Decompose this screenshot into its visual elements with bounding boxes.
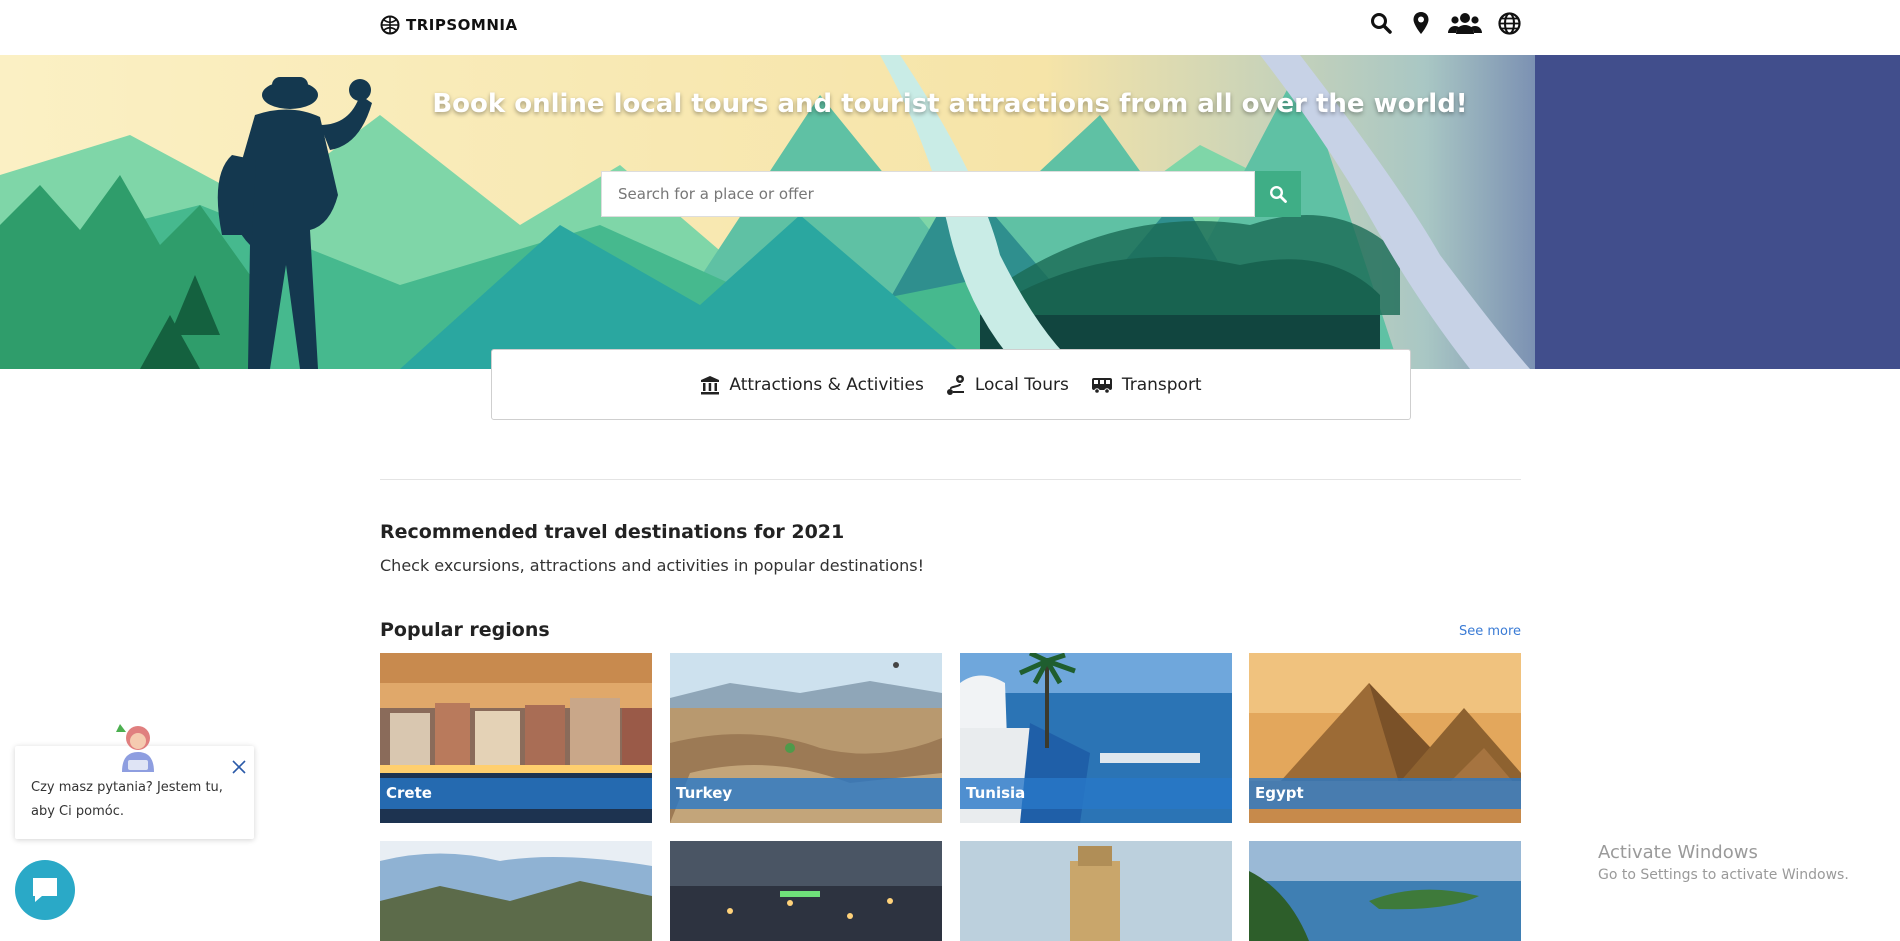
chat-avatar xyxy=(114,720,160,772)
search-input[interactable] xyxy=(602,172,1254,216)
category-transport[interactable]: Transport xyxy=(1091,375,1202,395)
users-icon[interactable] xyxy=(1448,10,1482,36)
hero-title: Book online local tours and tourist attr… xyxy=(432,89,1468,119)
windows-activation-subtitle: Go to Settings to activate Windows. xyxy=(1598,867,1849,883)
popular-regions-title: Popular regions xyxy=(380,619,550,641)
bus-icon xyxy=(1091,377,1112,394)
logo-text: TRIPSOMNIA xyxy=(406,16,518,34)
region-card-crete[interactable]: Crete xyxy=(380,653,652,823)
category-label: Transport xyxy=(1121,374,1202,395)
region-label: Tunisia xyxy=(960,778,1232,809)
region-card[interactable] xyxy=(1249,841,1521,941)
category-attractions[interactable]: Attractions & Activities xyxy=(700,374,924,395)
region-label: Turkey xyxy=(670,778,942,809)
top-header: TRIPSOMNIA xyxy=(0,0,1900,55)
category-label: Local Tours xyxy=(974,374,1069,395)
chat-open-button[interactable] xyxy=(15,860,75,920)
route-icon xyxy=(946,374,964,395)
recommended-subtitle: Check excursions, attractions and activi… xyxy=(380,556,925,575)
windows-activation-title: Activate Windows xyxy=(1598,842,1758,863)
search-icon[interactable] xyxy=(1368,10,1394,36)
location-icon[interactable] xyxy=(1408,10,1434,36)
region-label: Crete xyxy=(380,778,652,809)
region-photo xyxy=(380,841,652,941)
close-icon[interactable] xyxy=(230,758,248,776)
museum-icon xyxy=(701,375,720,394)
search-button[interactable] xyxy=(1255,171,1301,217)
section-divider xyxy=(380,479,1521,480)
region-card[interactable] xyxy=(960,841,1232,941)
region-card-tunisia[interactable]: Tunisia xyxy=(960,653,1232,823)
category-label: Attractions & Activities xyxy=(729,374,924,395)
see-more-link[interactable]: See more xyxy=(1459,624,1521,639)
region-card-turkey[interactable]: Turkey xyxy=(670,653,942,823)
chat-icon xyxy=(33,878,57,902)
region-photo xyxy=(960,841,1232,941)
region-card-egypt[interactable]: Egypt xyxy=(1249,653,1521,823)
region-photo xyxy=(670,841,942,941)
region-label: Egypt xyxy=(1249,778,1521,809)
globe-icon[interactable] xyxy=(1496,10,1522,36)
chat-message: Czy masz pytania? Jestem tu, aby Ci pomó… xyxy=(31,780,223,819)
search-icon xyxy=(1269,185,1287,203)
logo[interactable]: TRIPSOMNIA xyxy=(380,15,518,35)
region-photo xyxy=(1249,841,1521,941)
recommended-title: Recommended travel destinations for 2021 xyxy=(380,521,845,543)
category-bar: Attractions & Activities Local Tours Tra… xyxy=(491,349,1411,420)
globe-logo-icon xyxy=(380,15,400,35)
hero-banner: Book online local tours and tourist attr… xyxy=(0,55,1900,369)
category-local-tours[interactable]: Local Tours xyxy=(946,374,1069,396)
search-box xyxy=(601,171,1255,217)
region-card[interactable] xyxy=(670,841,942,941)
region-card[interactable] xyxy=(380,841,652,941)
